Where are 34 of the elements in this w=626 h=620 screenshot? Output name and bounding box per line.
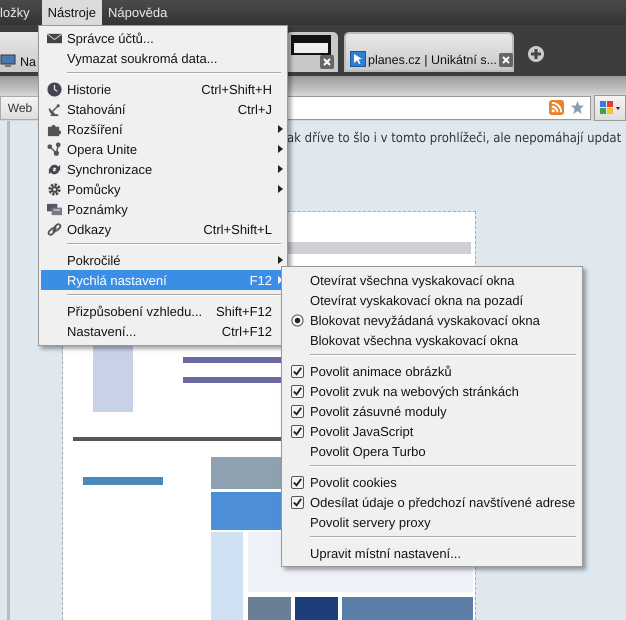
menu-item[interactable]: Upravit místní nastavení... [284,543,580,563]
tab[interactable]: planes.cz | Unikátní s... [344,32,514,72]
menu-item[interactable]: Povolit JavaScript [284,421,580,441]
menu-item[interactable]: Poznámky [41,199,285,219]
menu-item[interactable]: Odkazy Ctrl+Shift+L [41,219,285,239]
menu-item[interactable]: Povolit cookies [284,472,580,492]
search-engine-button[interactable]: Web [0,96,40,120]
menu-bar-item[interactable]: ložky [0,0,36,25]
tab-title: planes.cz | Unikátní s... [368,53,497,67]
menu-item[interactable]: Povolit Opera Turbo [284,441,580,461]
menu-item[interactable]: Otevírat všechna vyskakovací okna [284,270,580,290]
menu-item[interactable]: Pokročilé [41,250,285,270]
menu-item[interactable]: Vymazat soukromá data... [41,48,285,68]
tab-title: Na [20,55,36,69]
menu-item[interactable]: Rozšíření [41,119,285,139]
menu-item[interactable]: Povolit zvuk na webových stránkách [284,381,580,401]
menu-item[interactable]: Blokovat všechna vyskakovací okna [284,330,580,350]
article-text: ak dříve to šlo i v tomto prohlížeči, ale nepomáhají updat [287,131,622,146]
menu-item[interactable]: Pomůcky [41,179,285,199]
menu-item[interactable]: Odesílat údaje o předchozí navštívené adrese [284,492,580,512]
menu-item[interactable]: Povolit animace obrázků [284,361,580,381]
menu-item[interactable]: Otevírat vyskakovací okna na pozadí [284,290,580,310]
menu-item[interactable]: Nastavení... Ctrl+F12 [41,321,285,341]
menu-item[interactable]: Přizpůsobení vzhledu... Shift+F12 [41,301,285,321]
menu-item[interactable]: Stahování Ctrl+J [41,99,285,119]
menu-item[interactable]: Historie Ctrl+Shift+H [41,79,285,99]
menu-item[interactable]: Blokovat nevyžádaná vyskakovací okna [284,310,580,330]
menu-item[interactable]: Povolit servery proxy [284,512,580,532]
menu-item[interactable]: Správce účtů... [41,28,285,48]
menu-bar-item[interactable]: Nápověda [102,0,174,25]
menu-bar-item[interactable]: Nástroje [42,0,102,25]
menu-item[interactable]: Povolit zásuvné moduly [284,401,580,421]
menu-item[interactable]: Synchronizace [41,159,285,179]
menu-item[interactable]: Opera Unite [41,139,285,159]
